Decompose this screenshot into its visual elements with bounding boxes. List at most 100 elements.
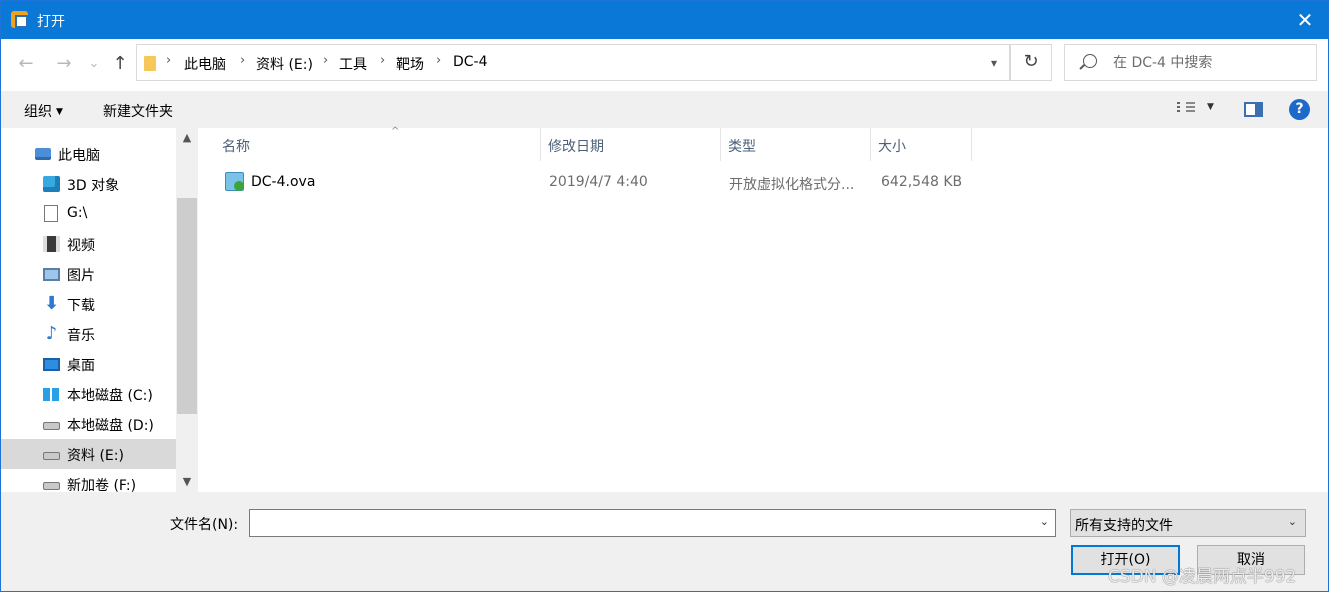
ova-file-icon xyxy=(225,172,244,191)
tree-item-this-pc[interactable]: 此电脑 xyxy=(1,139,176,169)
column-header-label: 类型 xyxy=(728,139,756,155)
tree-item-label: 3D 对象 xyxy=(67,178,120,194)
filename-dropdown-icon[interactable]: ⌄ xyxy=(1040,515,1049,528)
tree-item-label: 桌面 xyxy=(67,358,95,374)
computer-icon xyxy=(35,148,51,160)
open-file-dialog: 打开 ✕ ← → ⌄ ↑ › 此电脑 › 资料 (E:) › 工具 › 靶场 ›… xyxy=(0,0,1329,592)
address-dropdown-icon[interactable]: ▾ xyxy=(985,54,1003,72)
column-header-name[interactable]: 名称 ^ xyxy=(215,126,541,161)
drive-icon xyxy=(44,205,58,222)
hard-drive-icon xyxy=(43,482,60,490)
help-icon[interactable]: ? xyxy=(1289,99,1310,120)
dialog-footer: 文件名(N): ⌄ 所有支持的文件 ⌄ 打开(O) 取消 CSDN @凌晨两点半… xyxy=(1,492,1328,591)
breadcrumb-drive-e[interactable]: 资料 (E:) xyxy=(256,54,313,74)
tree-item-label: 下载 xyxy=(67,298,95,314)
scroll-down-icon[interactable]: ▼ xyxy=(176,472,198,492)
tree-item-drive-f[interactable]: 新加卷 (F:) xyxy=(1,469,176,492)
view-options-icon[interactable] xyxy=(1177,102,1195,116)
tree-item-videos[interactable]: 视频 xyxy=(1,229,176,259)
tree-item-desktop[interactable]: 桌面 xyxy=(1,349,176,379)
close-button[interactable]: ✕ xyxy=(1282,1,1328,39)
file-size: 642,548 KB xyxy=(881,174,963,190)
tree-item-label: 新加卷 (F:) xyxy=(67,478,137,492)
address-bar[interactable]: › 此电脑 › 资料 (E:) › 工具 › 靶场 › DC-4 ▾ xyxy=(136,44,1010,81)
tree-item-g-drive[interactable]: G:\ xyxy=(1,199,176,229)
filename-input[interactable] xyxy=(254,513,1024,533)
tree-item-label: 图片 xyxy=(67,268,95,284)
filename-label: 文件名(N): xyxy=(170,517,239,533)
download-icon: ⬇ xyxy=(43,293,60,314)
file-name: DC-4.ova xyxy=(251,174,316,190)
caret-down-icon: ▼ xyxy=(56,107,63,117)
file-type: 开放虚拟化格式分... xyxy=(729,177,855,193)
breadcrumb-this-pc[interactable]: 此电脑 xyxy=(184,54,226,74)
watermark: CSDN @凌晨两点半992 xyxy=(1108,567,1297,587)
column-header-type[interactable]: 类型 xyxy=(721,128,871,161)
breadcrumb-tools[interactable]: 工具 xyxy=(339,54,367,74)
column-header-label: 大小 xyxy=(878,139,906,155)
tree-item-3d-objects[interactable]: 3D 对象 xyxy=(1,169,176,199)
tree-item-label: 音乐 xyxy=(67,328,95,344)
folder-icon xyxy=(144,56,156,71)
column-header-modified[interactable]: 修改日期 xyxy=(541,128,721,161)
file-row[interactable]: DC-4.ova 2019/4/7 4:40 开放虚拟化格式分... 642,5… xyxy=(198,168,1328,198)
desktop-icon xyxy=(43,358,60,371)
new-folder-button[interactable]: 新建文件夹 xyxy=(103,101,173,121)
scrollbar-thumb[interactable] xyxy=(177,198,197,414)
toolbar: 组织 ▼ 新建文件夹 ▼ ? xyxy=(1,91,1328,128)
recent-locations-button[interactable]: ⌄ xyxy=(83,53,105,75)
music-icon: ♪ xyxy=(45,323,58,344)
breadcrumb-range[interactable]: 靶场 xyxy=(396,54,424,74)
organize-label: 组织 xyxy=(24,104,52,120)
breadcrumb-separator[interactable]: › xyxy=(240,53,245,68)
sort-ascending-icon: ^ xyxy=(391,126,400,137)
tree-item-label: 资料 (E:) xyxy=(67,448,124,464)
tree-item-drive-e[interactable]: 资料 (E:) xyxy=(1,439,176,469)
column-header-label: 修改日期 xyxy=(548,139,604,155)
view-options-caret-icon[interactable]: ▼ xyxy=(1207,102,1214,112)
hard-drive-icon xyxy=(43,452,60,460)
forward-button[interactable]: → xyxy=(53,53,75,75)
breadcrumb-separator[interactable]: › xyxy=(323,53,328,68)
window-title: 打开 xyxy=(37,14,65,30)
search-icon xyxy=(1083,54,1097,68)
navigation-pane: 此电脑 3D 对象 G:\ 视频 图片 ⬇ 下载 ♪ 音乐 桌面 本地磁盘 (C… xyxy=(1,128,198,492)
breadcrumb-dc4[interactable]: DC-4 xyxy=(453,54,488,70)
filetype-dropdown-icon: ⌄ xyxy=(1287,515,1297,528)
file-list: 名称 ^ 修改日期 类型 大小 DC-4.ova 2019/4/7 4:40 开… xyxy=(198,126,1328,492)
video-icon xyxy=(43,236,60,252)
breadcrumb-separator[interactable]: › xyxy=(166,53,171,68)
refresh-button[interactable]: ↻ xyxy=(1010,44,1052,81)
tree-item-label: G:\ xyxy=(67,205,88,221)
tree-item-downloads[interactable]: ⬇ 下载 xyxy=(1,289,176,319)
search-box[interactable] xyxy=(1064,44,1317,81)
navigation-scrollbar[interactable]: ▲ ▼ xyxy=(176,128,198,492)
tree-item-label: 此电脑 xyxy=(58,148,100,164)
app-icon xyxy=(11,11,28,28)
filetype-value: 所有支持的文件 xyxy=(1075,518,1173,534)
column-header-size[interactable]: 大小 xyxy=(871,128,972,161)
windows-drive-icon xyxy=(43,388,59,401)
3d-objects-icon xyxy=(43,176,60,192)
up-button[interactable]: ↑ xyxy=(109,53,131,75)
tree-item-drive-d[interactable]: 本地磁盘 (D:) xyxy=(1,409,176,439)
preview-pane-icon[interactable] xyxy=(1244,102,1263,117)
filetype-select[interactable]: 所有支持的文件 ⌄ xyxy=(1070,509,1306,537)
scroll-up-icon[interactable]: ▲ xyxy=(176,128,198,148)
tree-item-drive-c[interactable]: 本地磁盘 (C:) xyxy=(1,379,176,409)
back-button[interactable]: ← xyxy=(15,53,37,75)
hard-drive-icon xyxy=(43,422,60,430)
breadcrumb-separator[interactable]: › xyxy=(436,53,441,68)
file-modified: 2019/4/7 4:40 xyxy=(549,174,648,190)
filename-combobox[interactable]: ⌄ xyxy=(249,509,1056,537)
tree-item-music[interactable]: ♪ 音乐 xyxy=(1,319,176,349)
search-input[interactable] xyxy=(1113,53,1308,73)
tree-item-label: 视频 xyxy=(67,238,95,254)
navigation-bar: ← → ⌄ ↑ › 此电脑 › 资料 (E:) › 工具 › 靶场 › DC-4… xyxy=(1,39,1328,91)
pictures-icon xyxy=(43,268,60,281)
column-header-label: 名称 xyxy=(222,139,250,155)
organize-menu[interactable]: 组织 ▼ xyxy=(24,101,63,121)
tree-item-label: 本地磁盘 (C:) xyxy=(67,388,153,404)
breadcrumb-separator[interactable]: › xyxy=(380,53,385,68)
tree-item-pictures[interactable]: 图片 xyxy=(1,259,176,289)
